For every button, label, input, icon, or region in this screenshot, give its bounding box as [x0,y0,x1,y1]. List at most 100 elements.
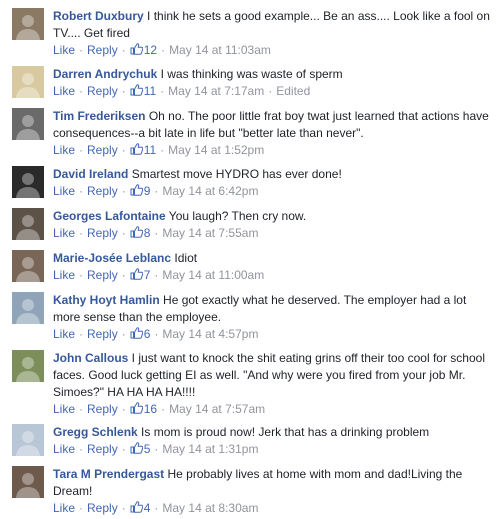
thumbs-up-icon[interactable] [130,43,143,55]
reply-link[interactable]: Reply [87,84,118,98]
like-link[interactable]: Like [53,84,75,98]
like-link[interactable]: Like [53,143,75,157]
avatar-head [22,431,34,443]
timestamp[interactable]: May 14 at 4:57pm [162,327,258,341]
like-count[interactable]: 12 [144,43,157,57]
avatar[interactable] [12,66,44,98]
comment-text: I was thinking was waste of sperm [157,67,343,81]
avatar-head [22,215,34,227]
comment-thread: Robert Duxbury I think he sets a good ex… [0,0,498,519]
commenter-name[interactable]: John Callous [53,351,128,365]
timestamp[interactable]: May 14 at 1:52pm [168,143,264,157]
reply-link[interactable]: Reply [87,226,118,240]
separator: · [79,143,84,157]
separator: · [121,442,126,456]
commenter-name[interactable]: David Ireland [53,167,128,181]
reply-link[interactable]: Reply [87,268,118,282]
reply-link[interactable]: Reply [87,501,118,515]
commenter-name[interactable]: Kathy Hoyt Hamlin [53,293,160,307]
reply-link[interactable]: Reply [87,402,118,416]
like-link[interactable]: Like [53,327,75,341]
comment-actions: Like · Reply · 4 · May 14 at 8:30am [53,500,491,517]
like-link[interactable]: Like [53,442,75,456]
comment-actions: Like · Reply · 11 · May 14 at 1:52pm [53,142,491,159]
reply-link[interactable]: Reply [87,327,118,341]
comment-text: You laugh? Then cry now. [165,209,307,223]
commenter-name[interactable]: Tim Frederiksen [53,109,145,123]
avatar-head [22,173,34,185]
timestamp[interactable]: May 14 at 11:00am [162,268,264,282]
separator: · [121,501,126,515]
thumbs-up-icon[interactable] [130,84,143,96]
like-link[interactable]: Like [53,402,75,416]
separator: · [268,84,273,98]
reply-link[interactable]: Reply [87,43,118,57]
comment-text: Idiot [171,251,198,265]
thumbs-up-icon[interactable] [130,501,143,513]
separator: · [79,442,84,456]
separator: · [160,143,165,157]
avatar-head [22,15,34,27]
thumbs-up-icon[interactable] [130,184,143,196]
edited-label[interactable]: Edited [276,84,310,98]
separator: · [121,402,126,416]
comment-actions: Like · Reply · 7 · May 14 at 11:00am [53,267,491,284]
comment-actions: Like · Reply · 11 · May 14 at 7:17am · Edited [53,83,491,100]
like-count[interactable]: 11 [144,84,156,98]
like-link[interactable]: Like [53,184,75,198]
timestamp[interactable]: May 14 at 7:17am [168,84,264,98]
like-link[interactable]: Like [53,268,75,282]
timestamp[interactable]: May 14 at 6:42pm [162,184,258,198]
reply-link[interactable]: Reply [87,184,118,198]
avatar[interactable] [12,108,44,140]
commenter-name[interactable]: Tara M Prendergast [53,467,164,481]
avatar[interactable] [12,350,44,382]
avatar[interactable] [12,424,44,456]
avatar[interactable] [12,250,44,282]
separator: · [79,327,84,341]
comment-actions: Like · Reply · 8 · May 14 at 7:55am [53,225,491,242]
separator: · [121,84,126,98]
timestamp[interactable]: May 14 at 1:31pm [162,442,258,456]
like-count[interactable]: 16 [144,402,157,416]
timestamp[interactable]: May 14 at 8:30am [162,501,258,515]
separator: · [79,226,84,240]
separator: · [121,184,126,198]
separator: · [154,184,159,198]
separator: · [121,327,126,341]
like-link[interactable]: Like [53,501,75,515]
thumbs-up-icon[interactable] [130,327,143,339]
separator: · [79,402,84,416]
reply-link[interactable]: Reply [87,143,118,157]
avatar[interactable] [12,208,44,240]
like-link[interactable]: Like [53,43,75,57]
commenter-name[interactable]: Georges Lafontaine [53,209,166,223]
commenter-name[interactable]: Gregg Schlenk [53,425,138,439]
reply-link[interactable]: Reply [87,442,118,456]
avatar[interactable] [12,292,44,324]
commenter-name[interactable]: Robert Duxbury [53,9,144,23]
thumbs-up-icon[interactable] [130,268,143,280]
timestamp[interactable]: May 14 at 7:57am [169,402,265,416]
comment-text: Smartest move HYDRO has ever done! [128,167,342,181]
like-count[interactable]: 11 [144,143,156,157]
timestamp[interactable]: May 14 at 11:03am [169,43,271,57]
thumbs-up-icon[interactable] [130,442,143,454]
thumbs-up-icon[interactable] [130,143,143,155]
avatar[interactable] [12,8,44,40]
thumbs-up-icon[interactable] [130,402,143,414]
thumbs-up-icon[interactable] [130,226,143,238]
avatar[interactable] [12,166,44,198]
avatar-head [22,115,34,127]
commenter-name[interactable]: Marie-Josée Leblanc [53,251,171,265]
avatar-head [22,257,34,269]
avatar[interactable] [12,466,44,498]
commenter-name[interactable]: Darren Andrychuk [53,67,157,81]
like-link[interactable]: Like [53,226,75,240]
comment-actions: Like · Reply · 12 · May 14 at 11:03am [53,42,491,59]
separator: · [121,268,126,282]
timestamp[interactable]: May 14 at 7:55am [162,226,258,240]
separator: · [79,268,84,282]
separator: · [79,43,84,57]
comment-actions: Like · Reply · 16 · May 14 at 7:57am [53,401,491,418]
